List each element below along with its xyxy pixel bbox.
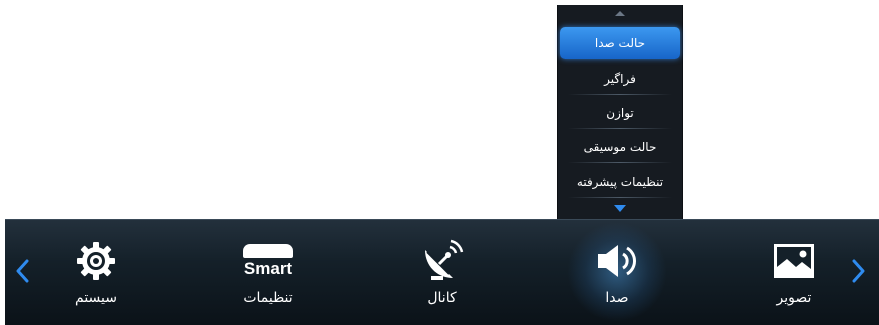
submenu-item-label: حالت صدا — [594, 36, 646, 50]
scroll-up-icon[interactable] — [615, 11, 625, 16]
submenu-item-balance[interactable]: توازن — [560, 97, 680, 129]
menu-tile-settings[interactable]: Smart تنظیمات — [193, 220, 343, 325]
menu-tile-label: سیستم — [75, 290, 117, 306]
submenu-item-label: فراگیر — [604, 72, 636, 86]
submenu-item-label: حالت موسیقی — [583, 140, 657, 154]
menu-tile-system[interactable]: سیستم — [21, 220, 171, 325]
picture-icon — [764, 238, 824, 284]
submenu-item-label: تنظیمات پیشرفته — [576, 175, 664, 189]
smart-icon-text: Smart — [243, 259, 293, 278]
menu-tile-label: کانال — [427, 290, 457, 306]
gear-icon — [66, 238, 126, 284]
scroll-right-button[interactable] — [850, 258, 868, 284]
submenu-item-label: توازن — [606, 106, 634, 120]
speaker-icon — [587, 238, 647, 284]
menu-tile-picture[interactable]: تصویر — [719, 220, 869, 325]
chevron-right-icon — [852, 259, 865, 283]
submenu-item-surround[interactable]: فراگیر — [560, 63, 680, 95]
menu-tile-label: صدا — [605, 290, 629, 306]
main-menu-bar: سیستم Smart تنظیمات کانال صدا تصویر — [5, 219, 879, 325]
menu-tile-sound[interactable]: صدا — [542, 220, 692, 325]
satellite-dish-icon — [412, 238, 472, 284]
sound-submenu: حالت صدا فراگیر توازن حالت موسیقی تنظیما… — [557, 5, 683, 219]
submenu-item-advanced-settings[interactable]: تنظیمات پیشرفته — [560, 166, 680, 198]
menu-tile-channel[interactable]: کانال — [367, 220, 517, 325]
scroll-down-icon[interactable] — [614, 205, 626, 212]
menu-tile-label: تنظیمات — [243, 290, 293, 306]
menu-tile-label: تصویر — [776, 290, 812, 306]
submenu-item-sound-mode[interactable]: حالت صدا — [560, 27, 680, 59]
submenu-item-music-mode[interactable]: حالت موسیقی — [560, 131, 680, 163]
smart-settings-icon: Smart — [238, 238, 298, 284]
